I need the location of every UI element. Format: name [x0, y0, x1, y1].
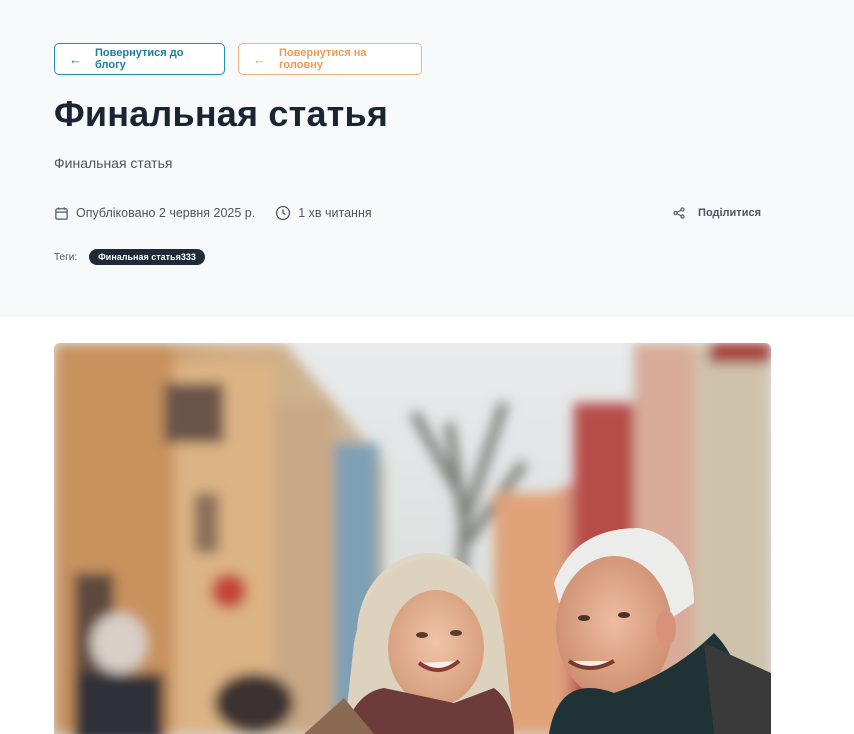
tag-list: Теги: Финальная статья333	[54, 249, 205, 265]
article-hero-image	[54, 343, 771, 734]
read-time-text: 1 хв читання	[298, 206, 372, 220]
share-label: Поділитися	[698, 207, 761, 219]
share-button[interactable]: Поділитися	[673, 207, 761, 219]
calendar-icon	[55, 206, 68, 220]
tags-label: Теги:	[54, 251, 78, 263]
back-to-blog-button[interactable]: ← Повернутися до блогу	[54, 43, 225, 75]
published-date-text: Опубліковано 2 червня 2025 р.	[76, 206, 256, 220]
back-to-home-label: Повернутися на головну	[279, 47, 367, 71]
back-to-home-button[interactable]: ← Повернутися на головну	[238, 43, 422, 75]
nav-buttons: ← Повернутися до блогу ← Повернутися на …	[54, 43, 422, 75]
back-to-blog-label: Повернутися до блогу	[95, 47, 184, 71]
published-date: Опубліковано 2 червня 2025 р.	[54, 206, 255, 221]
share-icon	[673, 207, 685, 219]
clock-icon	[276, 205, 291, 221]
article-meta: Опубліковано 2 червня 2025 р. 1 хв читан…	[54, 205, 761, 221]
read-time: 1 хв читання	[275, 205, 372, 221]
arrow-left-icon: ←	[253, 51, 266, 67]
arrow-left-icon: ←	[69, 51, 82, 67]
page-title: Финальная статья	[54, 93, 389, 134]
article-header: ← Повернутися до блогу ← Повернутися на …	[0, 0, 854, 317]
couple-photo	[54, 343, 771, 734]
tag-chip[interactable]: Финальная статья333	[89, 249, 205, 265]
article-subtitle: Финальная статья	[54, 155, 173, 171]
